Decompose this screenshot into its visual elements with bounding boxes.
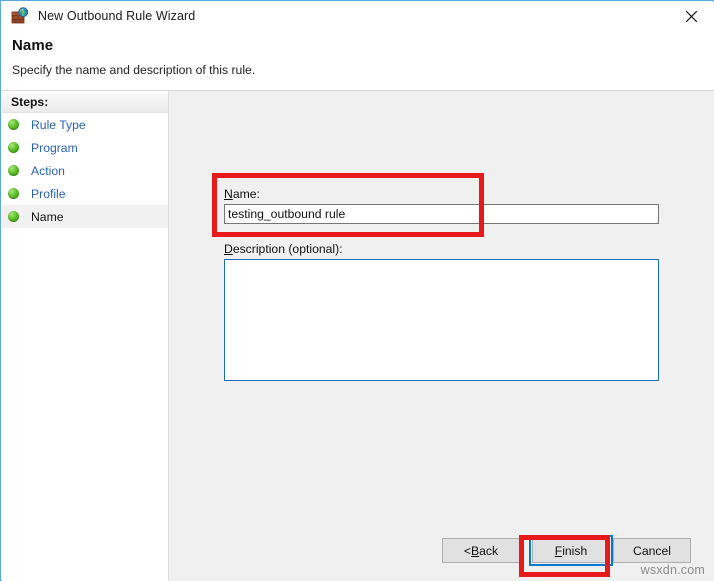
- sidebar-item-label: Action: [31, 163, 65, 178]
- page-title: Name: [12, 37, 54, 54]
- name-input[interactable]: [224, 204, 659, 224]
- green-bullet-icon: [8, 165, 19, 176]
- name-label-accel: N: [224, 187, 233, 201]
- description-field-label: Description (optional):: [224, 242, 343, 256]
- firewall-globe-icon: [11, 7, 29, 25]
- sidebar-item-name[interactable]: Name: [2, 205, 168, 228]
- steps-header: Steps:: [2, 91, 168, 113]
- finish-button[interactable]: Finish: [532, 538, 610, 563]
- green-bullet-icon: [8, 211, 19, 222]
- page-subtitle: Specify the name and description of this…: [12, 63, 256, 77]
- sidebar-item-label: Name: [31, 209, 64, 224]
- sidebar-item-label: Program: [31, 140, 78, 155]
- green-bullet-icon: [8, 119, 19, 130]
- sidebar-item-label: Profile: [31, 186, 66, 201]
- steps-header-label: Steps:: [11, 94, 49, 109]
- page-header: Name Specify the name and description of…: [2, 30, 714, 91]
- steps-sidebar: Steps: Rule Type Program Action Profile …: [2, 91, 169, 581]
- title-bar: New Outbound Rule Wizard: [2, 2, 714, 30]
- description-label-accel: D: [224, 242, 233, 256]
- description-label-rest: escription (optional):: [232, 242, 343, 256]
- sidebar-item-rule-type[interactable]: Rule Type: [2, 113, 168, 136]
- description-input[interactable]: [224, 259, 659, 381]
- back-button-accel: B: [471, 543, 480, 558]
- name-label-rest: ame:: [232, 187, 260, 201]
- back-button-prefix: <: [463, 543, 471, 558]
- close-icon[interactable]: [669, 2, 714, 30]
- green-bullet-icon: [8, 188, 19, 199]
- window-title: New Outbound Rule Wizard: [38, 9, 196, 23]
- finish-button-rest: inish: [562, 543, 588, 558]
- watermark: wsxdn.com: [640, 563, 705, 577]
- sidebar-item-program[interactable]: Program: [2, 136, 168, 159]
- wizard-window: New Outbound Rule Wizard Name Specify th…: [0, 0, 714, 581]
- cancel-button[interactable]: Cancel: [613, 538, 691, 563]
- finish-button-accel: F: [554, 543, 563, 558]
- content-area: Name: Description (optional): < Back Fin…: [169, 91, 714, 581]
- back-button[interactable]: < Back: [442, 538, 520, 563]
- green-bullet-icon: [8, 142, 19, 153]
- sidebar-item-label: Rule Type: [31, 117, 86, 132]
- name-field-label: Name:: [224, 187, 260, 201]
- cancel-button-label: Cancel: [633, 543, 671, 558]
- back-button-rest: ack: [479, 543, 499, 558]
- sidebar-item-profile[interactable]: Profile: [2, 182, 168, 205]
- sidebar-item-action[interactable]: Action: [2, 159, 168, 182]
